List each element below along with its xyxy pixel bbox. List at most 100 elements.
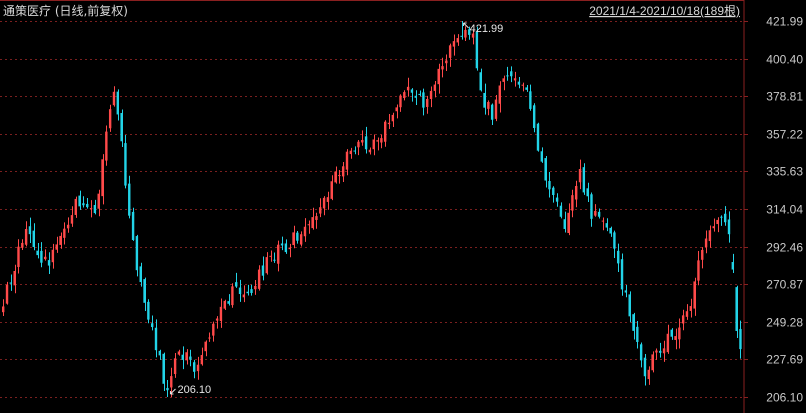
candle-body [280,243,284,246]
candle-body [124,143,127,186]
candle-body [460,35,463,37]
candle-body [655,350,658,353]
candle-body [200,354,204,365]
y-tick-label: 357.22 [766,128,803,142]
candle-body [479,72,482,91]
candle-body [292,232,295,246]
candle-body [498,85,501,104]
candle-body [364,136,368,150]
candle-body [395,107,398,112]
candle-body [143,279,146,303]
candle-body [219,306,223,322]
candle-body [51,249,55,263]
candle-body [613,232,616,249]
candle-body [193,362,196,372]
candle-body [128,183,131,216]
candle-body [502,78,505,82]
candle-body [571,195,574,211]
candle-body [82,203,85,206]
candle-body [170,376,173,388]
candle-body [296,232,299,241]
candle-body [406,86,410,91]
candle-body [250,289,253,293]
candle-body [441,66,444,70]
candle-body [322,197,326,209]
candle-body [36,250,39,256]
candle-body [456,38,459,43]
candle-body [116,91,119,115]
candle-body [567,212,570,233]
candle-body [13,270,16,286]
y-tick-label: 249.28 [766,316,803,330]
candle-body [628,294,631,317]
candle-body [678,327,681,340]
chart-title: 通策医疗 (日线,前复权) [3,3,128,18]
candle-body [636,326,639,342]
candle-body [716,219,719,225]
candle-body [269,255,272,257]
candle-body [651,354,654,371]
candle-body [448,45,452,58]
candle-body [319,207,322,214]
candle-body [345,151,349,170]
candle-body [708,230,712,242]
candle-body [108,109,112,129]
candle-body [521,84,524,86]
date-range-label[interactable]: 2021/1/4-2021/10/18(189根) [589,4,740,18]
candle-body [701,249,704,260]
candle-body [594,210,597,216]
candle-body [666,333,670,353]
candle-body [559,205,563,217]
candle-body [410,89,414,93]
candle-body [697,260,700,281]
candle-body [238,287,242,294]
candle-body [609,227,612,234]
candle-body [231,286,234,306]
candle-body [181,354,184,360]
candle-body [555,197,559,202]
y-tick-label: 314.04 [766,203,803,217]
candle-body [93,205,97,214]
candle-body [639,344,643,361]
candle-body [662,348,666,354]
chart-root: 421.99 400.40 378.81 357.22 335.63 314.04 292.… [0,0,806,413]
candle-body [712,226,715,229]
candle-body [21,242,24,248]
candle-body [246,291,249,294]
candle-body [517,81,521,85]
candle-body [445,60,448,64]
candle-body [452,41,456,47]
candle-body [532,105,536,129]
candle-body [494,99,498,119]
candle-body [529,91,532,109]
y-axis: 421.99 400.40 378.81 357.22 335.63 314.04 292.… [744,15,803,405]
candle-body [208,337,211,339]
candle-body [563,219,566,229]
candle-body [105,131,108,161]
candle-body [277,244,280,264]
candle-body [185,352,188,361]
candle-body [735,287,738,331]
candle-body [624,290,628,293]
candle-body [101,159,104,197]
candle-body [86,203,89,208]
candle-body [426,98,429,107]
candle-body [97,193,100,209]
candle-body [242,294,246,298]
candle-body [418,93,421,95]
candle-body [2,306,5,313]
candle-body [643,357,647,377]
candle-body [47,260,51,266]
candle-body [731,262,735,270]
candle-body [575,185,578,200]
candle-body [414,95,417,98]
candle-body [254,285,257,290]
y-tick-label: 335.63 [766,165,803,179]
candle-body [177,351,181,355]
candle-body [483,92,486,108]
candle-body [150,323,154,328]
candle-body [17,246,20,267]
candle-body [399,95,402,108]
candle-body [330,181,333,199]
y-tick-label: 421.99 [766,15,803,29]
